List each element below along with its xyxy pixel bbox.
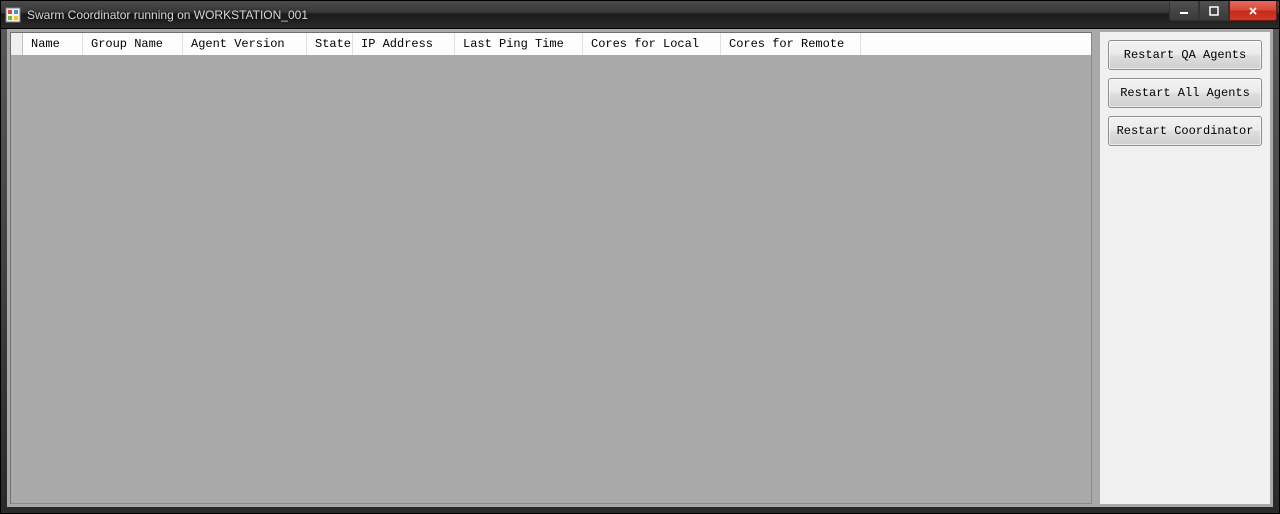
restart-qa-agents-button[interactable]: Restart QA Agents bbox=[1108, 40, 1262, 70]
restart-coordinator-button[interactable]: Restart Coordinator bbox=[1108, 116, 1262, 146]
app-icon bbox=[5, 7, 21, 23]
grid-header-row: Name Group Name Agent Version State IP A… bbox=[11, 33, 1091, 55]
column-header-ip[interactable]: IP Address bbox=[353, 33, 455, 55]
window-controls bbox=[1169, 1, 1277, 21]
window-body: Name Group Name Agent Version State IP A… bbox=[1, 29, 1279, 513]
column-header-group[interactable]: Group Name bbox=[83, 33, 183, 55]
restart-all-agents-button[interactable]: Restart All Agents bbox=[1108, 78, 1262, 108]
column-header-cores-local[interactable]: Cores for Local bbox=[583, 33, 721, 55]
app-window: Swarm Coordinator running on WORKSTATION… bbox=[0, 0, 1280, 514]
column-header-state[interactable]: State bbox=[307, 33, 353, 55]
actions-sidebar: Restart QA Agents Restart All Agents Res… bbox=[1100, 32, 1270, 504]
column-header-cores-remote[interactable]: Cores for Remote bbox=[721, 33, 861, 55]
maximize-button[interactable] bbox=[1199, 1, 1229, 21]
minimize-button[interactable] bbox=[1169, 1, 1199, 21]
column-header-name[interactable]: Name bbox=[23, 33, 83, 55]
window-title: Swarm Coordinator running on WORKSTATION… bbox=[27, 8, 1275, 22]
column-header-ping[interactable]: Last Ping Time bbox=[455, 33, 583, 55]
content-area: Name Group Name Agent Version State IP A… bbox=[10, 32, 1270, 504]
titlebar[interactable]: Swarm Coordinator running on WORKSTATION… bbox=[1, 1, 1279, 29]
grid-row-selector-header[interactable] bbox=[11, 33, 23, 55]
close-button[interactable] bbox=[1229, 1, 1277, 21]
agents-grid[interactable]: Name Group Name Agent Version State IP A… bbox=[10, 32, 1092, 504]
column-header-version[interactable]: Agent Version bbox=[183, 33, 307, 55]
